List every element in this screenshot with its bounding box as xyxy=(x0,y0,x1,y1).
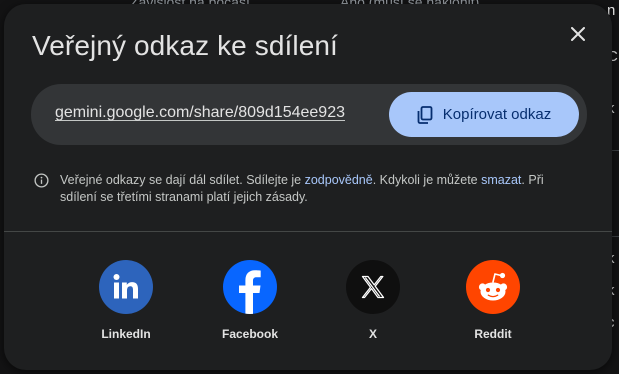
responsibly-link[interactable]: zodpovědně xyxy=(305,173,373,187)
dialog-title: Veřejný odkaz ke sdílení xyxy=(32,30,338,61)
share-facebook-button[interactable]: Facebook xyxy=(205,260,295,341)
info-text-part: Veřejné odkazy se dají dál sdílet. Sdíle… xyxy=(60,173,305,187)
delete-link[interactable]: smazat xyxy=(481,173,521,187)
share-label: LinkedIn xyxy=(101,327,151,341)
share-label: X xyxy=(368,327,377,341)
reddit-icon xyxy=(466,260,520,314)
share-link-field: gemini.google.com/share/809d154ee923 Kop… xyxy=(31,84,587,145)
share-label: Facebook xyxy=(221,327,278,341)
x-icon xyxy=(346,260,400,314)
share-x-button[interactable]: X xyxy=(328,260,418,341)
share-link[interactable]: gemini.google.com/share/809d154ee923 xyxy=(55,104,345,122)
info-icon xyxy=(34,173,49,188)
copy-link-button[interactable]: Kopírovat odkaz xyxy=(389,92,579,137)
info-text: Veřejné odkazy se dají dál sdílet. Sdíle… xyxy=(60,172,575,206)
info-text-part: . Kdykoli je můžete xyxy=(372,173,482,187)
share-dialog: Veřejný odkaz ke sdílení gemini.google.c… xyxy=(4,4,612,370)
share-reddit-button[interactable]: Reddit xyxy=(448,260,538,341)
copy-link-label: Kopírovat odkaz xyxy=(442,106,552,123)
copy-icon xyxy=(417,105,433,124)
close-icon xyxy=(571,27,585,41)
close-button[interactable] xyxy=(566,22,590,46)
share-linkedin-button[interactable]: LinkedIn xyxy=(81,260,171,341)
linkedin-icon xyxy=(99,260,153,314)
divider xyxy=(4,231,612,232)
facebook-icon xyxy=(223,260,277,314)
share-label: Reddit xyxy=(474,327,512,341)
